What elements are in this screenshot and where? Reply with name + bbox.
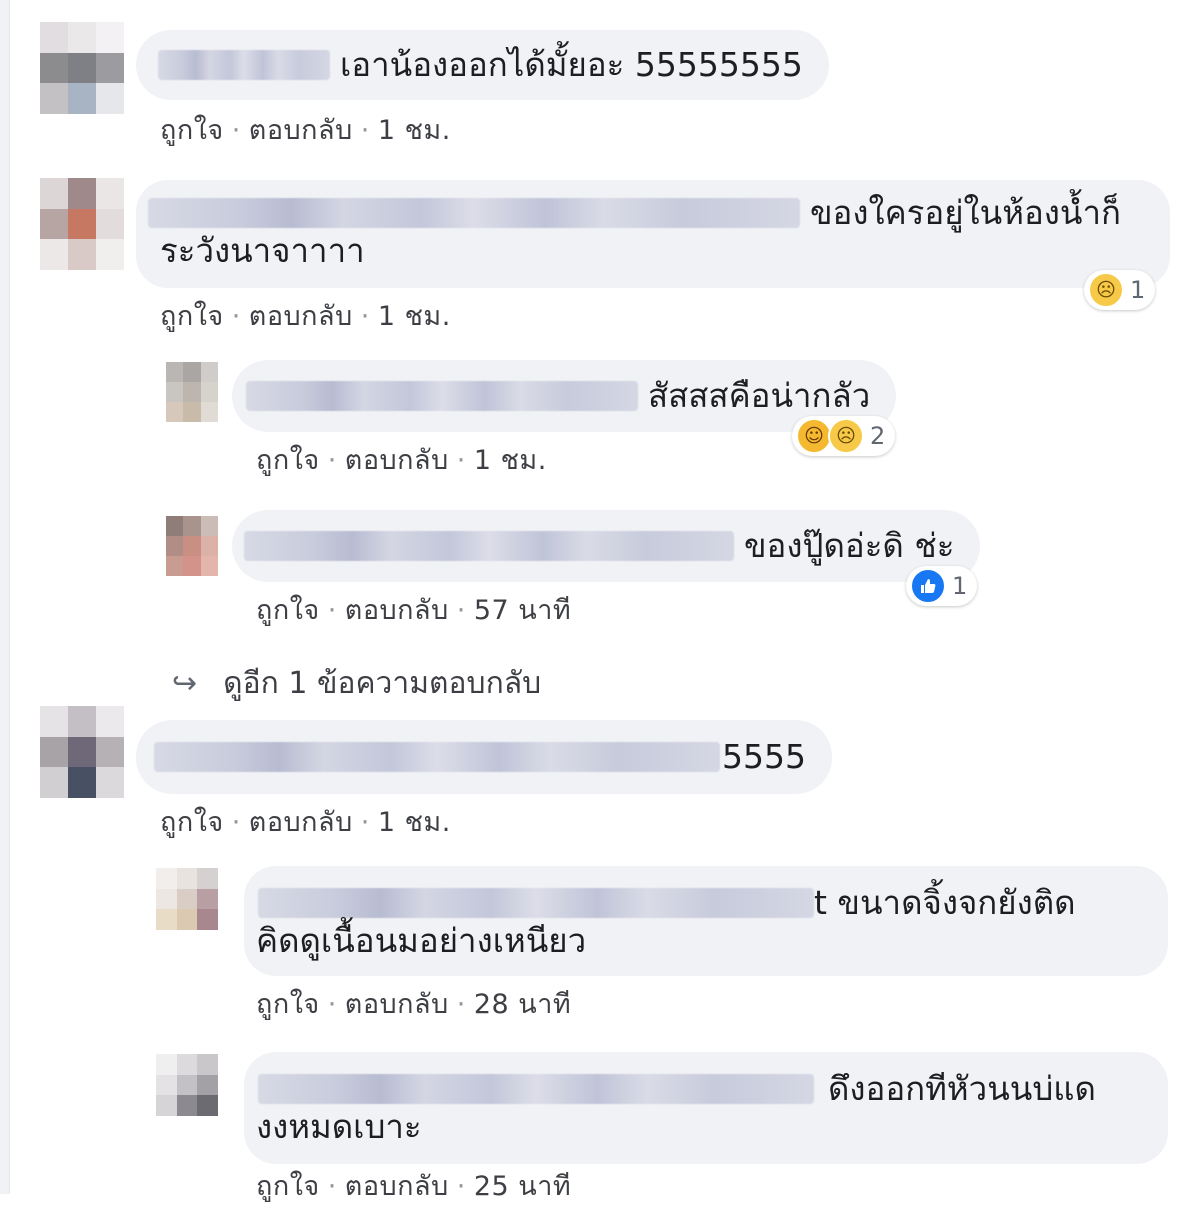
reaction-summary[interactable]: ☹ 1 [1084,270,1156,310]
reply-link[interactable]: ตอบกลับ [345,595,449,626]
view-more-replies-label: ดูอีก 1 ข้อความตอบกลับ [223,666,542,701]
timestamp[interactable]: 1 ชม. [378,807,451,838]
reaction-count: 1 [1130,276,1146,304]
like-link[interactable]: ถูกใจ [256,595,320,626]
reply-link[interactable]: ตอบกลับ [345,989,449,1020]
sad-emoji-icon: ☹ [1088,272,1124,308]
reaction-count: 2 [870,422,886,450]
sad-emoji-icon: ☹ [828,418,864,454]
comment-actions: ถูกใจ · ตอบกลับ · 1 ชม. [160,115,451,146]
like-thumb-icon [910,568,946,604]
blurred-author-name[interactable] [244,531,734,561]
reply-bubble: ดึงออกทีหัวนนบ่แด งงหมดเบาะ [244,1052,1168,1164]
comment-actions: ถูกใจ · ตอบกลับ · 1 ชม. [160,301,451,332]
view-more-replies-link[interactable]: ↪ ดูอีก 1 ข้อความตอบกลับ [172,660,541,707]
reply-link[interactable]: ตอบกลับ [249,807,353,838]
reply-text: ของปู๊ดอ่ะดิ ช่ะ [744,526,955,565]
comment-text: เอาน้องออกได้มั้ยอะ 55555555 [340,45,803,84]
comment-bubble: 5555 [136,720,832,794]
avatar[interactable] [156,868,218,930]
haha-emoji-icon: ☺ [796,418,832,454]
reply-arrow-icon: ↪ [172,666,198,701]
reply-text-line-2: คิดดูเนื้อนมอย่างเหนียว [256,921,587,960]
like-link[interactable]: ถูกใจ [256,1171,320,1202]
reply-actions: ถูกใจ · ตอบกลับ · 25 นาที [256,1171,572,1202]
comment-actions: ถูกใจ · ตอบกลับ · 1 ชม. [160,807,451,838]
avatar[interactable] [40,22,124,114]
reaction-count: 1 [952,572,968,600]
comment-bubble: เอาน้องออกได้มั้ยอะ 55555555 [136,30,829,100]
reply-bubble: t ขนาดจิ้งจกยังติด คิดดูเนื้อนมอย่างเหนี… [244,866,1168,976]
reply-text-line-1: t ขนาดจิ้งจกยังติด [814,883,1076,922]
like-link[interactable]: ถูกใจ [160,807,224,838]
timestamp[interactable]: 1 ชม. [378,115,451,146]
comment-text-line-2: ระวังนาจาาาา [160,231,365,270]
comment-bubble: ของใครอยู่ในห้องน้ำก็ ระวังนาจาาาา [136,180,1170,288]
reaction-summary[interactable]: 1 [906,566,978,606]
reply-text-line-1: ดึงออกทีหัวนนบ่แด [828,1069,1096,1108]
like-link[interactable]: ถูกใจ [160,115,224,146]
reply-text-line-2: งงหมดเบาะ [256,1107,422,1146]
blurred-author-name[interactable] [158,50,330,80]
avatar[interactable] [156,1054,218,1116]
reaction-summary[interactable]: ☺ ☹ 2 [792,416,896,456]
like-link[interactable]: ถูกใจ [256,989,320,1020]
feed-left-border [0,0,10,1194]
reply-actions: ถูกใจ · ตอบกลับ · 1 ชม. [256,445,547,476]
reply-link[interactable]: ตอบกลับ [345,445,449,476]
like-link[interactable]: ถูกใจ [256,445,320,476]
timestamp[interactable]: 25 นาที [474,1171,571,1202]
timestamp[interactable]: 57 นาที [474,595,571,626]
timestamp[interactable]: 1 ชม. [378,301,451,332]
reply-link[interactable]: ตอบกลับ [249,301,353,332]
reply-actions: ถูกใจ · ตอบกลับ · 28 นาที [256,989,572,1020]
avatar[interactable] [40,706,124,798]
blurred-author-name[interactable] [246,381,638,411]
reply-text: สัสสสคือน่ากลัว [648,376,871,415]
avatar[interactable] [166,516,218,576]
avatar[interactable] [166,362,218,422]
comment-text-line-1: ของใครอยู่ในห้องน้ำก็ [810,193,1121,232]
like-link[interactable]: ถูกใจ [160,301,224,332]
reply-link[interactable]: ตอบกลับ [345,1171,449,1202]
blurred-author-name[interactable] [258,888,814,918]
blurred-author-name[interactable] [154,742,720,772]
reply-link[interactable]: ตอบกลับ [249,115,353,146]
timestamp[interactable]: 28 นาที [474,989,571,1020]
timestamp[interactable]: 1 ชม. [474,445,547,476]
blurred-author-name[interactable] [148,198,800,228]
reply-bubble: ของปู๊ดอ่ะดิ ช่ะ [232,510,981,582]
comment-text: 5555 [722,737,806,776]
avatar[interactable] [40,178,124,270]
blurred-author-name[interactable] [258,1074,814,1104]
reply-actions: ถูกใจ · ตอบกลับ · 57 นาที [256,595,572,626]
